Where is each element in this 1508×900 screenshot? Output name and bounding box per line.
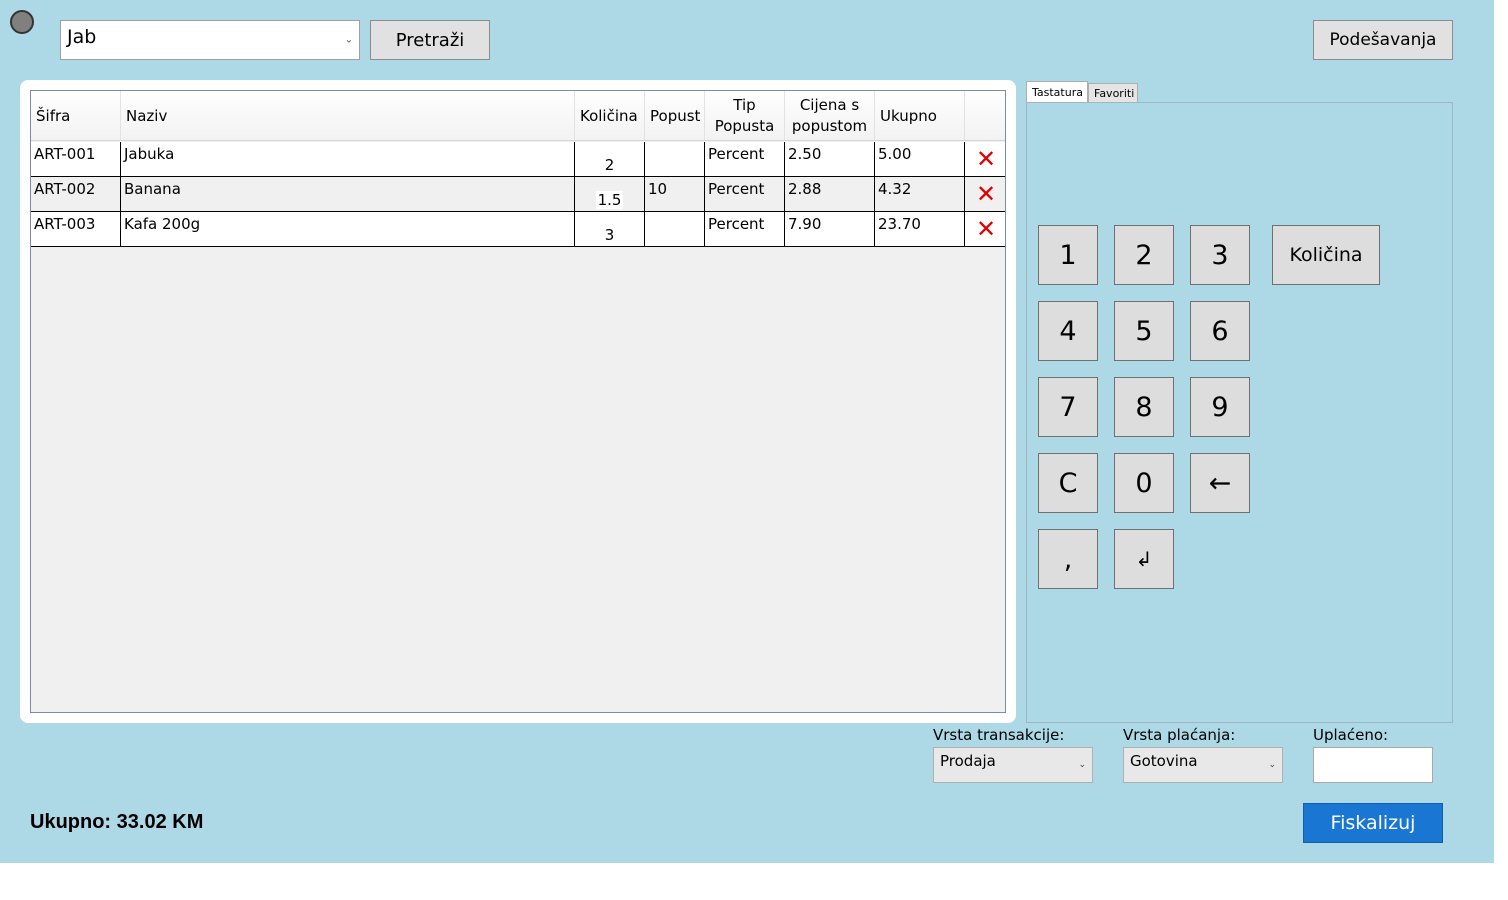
payment-type-value: Gotovina xyxy=(1130,752,1198,770)
cell-discount-type: Percent xyxy=(705,142,785,176)
enter-key[interactable]: ↲ xyxy=(1114,529,1174,589)
total-amount: Ukupno: 33.02 KM xyxy=(30,811,204,833)
cell-quantity[interactable]: 1.5 xyxy=(575,177,645,211)
chevron-down-icon: ⌄ xyxy=(1078,760,1086,770)
transaction-type-value: Prodaja xyxy=(940,752,996,770)
cell-discount[interactable]: 10 xyxy=(645,177,705,211)
cell-discount-type: Percent xyxy=(705,212,785,246)
cell-discount[interactable] xyxy=(645,212,705,246)
delete-row-icon[interactable]: ✕ xyxy=(966,142,1005,176)
header-discounted-price[interactable]: Cijena s popustom xyxy=(785,91,875,141)
fiscalize-button[interactable]: Fiskalizuj xyxy=(1303,803,1443,843)
tab-favorites[interactable]: Favoriti xyxy=(1088,83,1138,103)
cell-code: ART-003 xyxy=(31,212,121,246)
quantity-button[interactable]: Količina xyxy=(1272,225,1380,285)
cell-code: ART-001 xyxy=(31,142,121,176)
table-row[interactable]: ART-002 Banana 1.5 10 Percent 2.88 4.32 … xyxy=(31,177,1005,212)
items-panel: Šifra Naziv Količina Popust Tip Popusta … xyxy=(20,80,1016,723)
cell-name: Kafa 200g xyxy=(121,212,575,246)
header-code[interactable]: Šifra xyxy=(31,91,121,141)
status-indicator xyxy=(10,10,34,34)
key-6[interactable]: 6 xyxy=(1190,301,1250,361)
header-actions xyxy=(965,91,1005,141)
cell-discount[interactable] xyxy=(645,142,705,176)
grid-header: Šifra Naziv Količina Popust Tip Popusta … xyxy=(31,91,1005,141)
search-button[interactable]: Pretraži xyxy=(370,20,490,60)
search-combobox[interactable]: Jab ⌄ xyxy=(60,20,360,60)
cell-discounted-price: 2.88 xyxy=(785,177,875,211)
delete-row-icon[interactable]: ✕ xyxy=(966,177,1005,211)
payment-type-select[interactable]: Gotovina ⌄ xyxy=(1123,747,1283,783)
cell-quantity[interactable]: 3 xyxy=(575,212,645,246)
table-row[interactable]: ART-003 Kafa 200g 3 Percent 7.90 23.70 ✕ xyxy=(31,212,1005,247)
header-quantity[interactable]: Količina xyxy=(575,91,645,141)
items-grid[interactable]: Šifra Naziv Količina Popust Tip Popusta … xyxy=(30,90,1006,713)
tab-keyboard[interactable]: Tastatura xyxy=(1026,81,1088,103)
header-name[interactable]: Naziv xyxy=(121,91,575,141)
cell-total: 4.32 xyxy=(875,177,965,211)
cell-quantity[interactable]: 2 xyxy=(575,142,645,176)
chevron-down-icon: ⌄ xyxy=(1268,760,1276,770)
pos-window: Jab ⌄ Pretraži Podešavanja Šifra Naziv K… xyxy=(0,0,1494,863)
backspace-key[interactable]: ← xyxy=(1190,453,1250,513)
search-value: Jab xyxy=(67,26,97,48)
key-comma[interactable]: , xyxy=(1038,529,1098,589)
cell-name: Jabuka xyxy=(121,142,575,176)
delete-row-icon[interactable]: ✕ xyxy=(966,212,1005,246)
cell-discounted-price: 7.90 xyxy=(785,212,875,246)
transaction-type-label: Vrsta transakcije: xyxy=(933,726,1065,744)
key-0[interactable]: 0 xyxy=(1114,453,1174,513)
key-3[interactable]: 3 xyxy=(1190,225,1250,285)
paid-input[interactable] xyxy=(1313,747,1433,783)
key-7[interactable]: 7 xyxy=(1038,377,1098,437)
key-2[interactable]: 2 xyxy=(1114,225,1174,285)
cell-name: Banana xyxy=(121,177,575,211)
quantity-value[interactable]: 2 xyxy=(602,156,617,174)
key-8[interactable]: 8 xyxy=(1114,377,1174,437)
cell-discounted-price: 2.50 xyxy=(785,142,875,176)
transaction-type-select[interactable]: Prodaja ⌄ xyxy=(933,747,1093,783)
chevron-down-icon[interactable]: ⌄ xyxy=(345,35,353,46)
payment-type-label: Vrsta plaćanja: xyxy=(1123,726,1236,744)
cell-total: 5.00 xyxy=(875,142,965,176)
settings-button[interactable]: Podešavanja xyxy=(1313,20,1453,60)
cell-code: ART-002 xyxy=(31,177,121,211)
key-9[interactable]: 9 xyxy=(1190,377,1250,437)
key-4[interactable]: 4 xyxy=(1038,301,1098,361)
key-clear[interactable]: C xyxy=(1038,453,1098,513)
header-discount-type[interactable]: Tip Popusta xyxy=(705,91,785,141)
paid-label: Uplaćeno: xyxy=(1313,726,1389,744)
key-1[interactable]: 1 xyxy=(1038,225,1098,285)
cell-total: 23.70 xyxy=(875,212,965,246)
header-discount[interactable]: Popust xyxy=(645,91,705,141)
quantity-value[interactable]: 1.5 xyxy=(595,191,624,209)
table-row[interactable]: ART-001 Jabuka 2 Percent 2.50 5.00 ✕ xyxy=(31,142,1005,177)
cell-discount-type: Percent xyxy=(705,177,785,211)
key-5[interactable]: 5 xyxy=(1114,301,1174,361)
quantity-value[interactable]: 3 xyxy=(602,226,617,244)
header-total[interactable]: Ukupno xyxy=(875,91,965,141)
